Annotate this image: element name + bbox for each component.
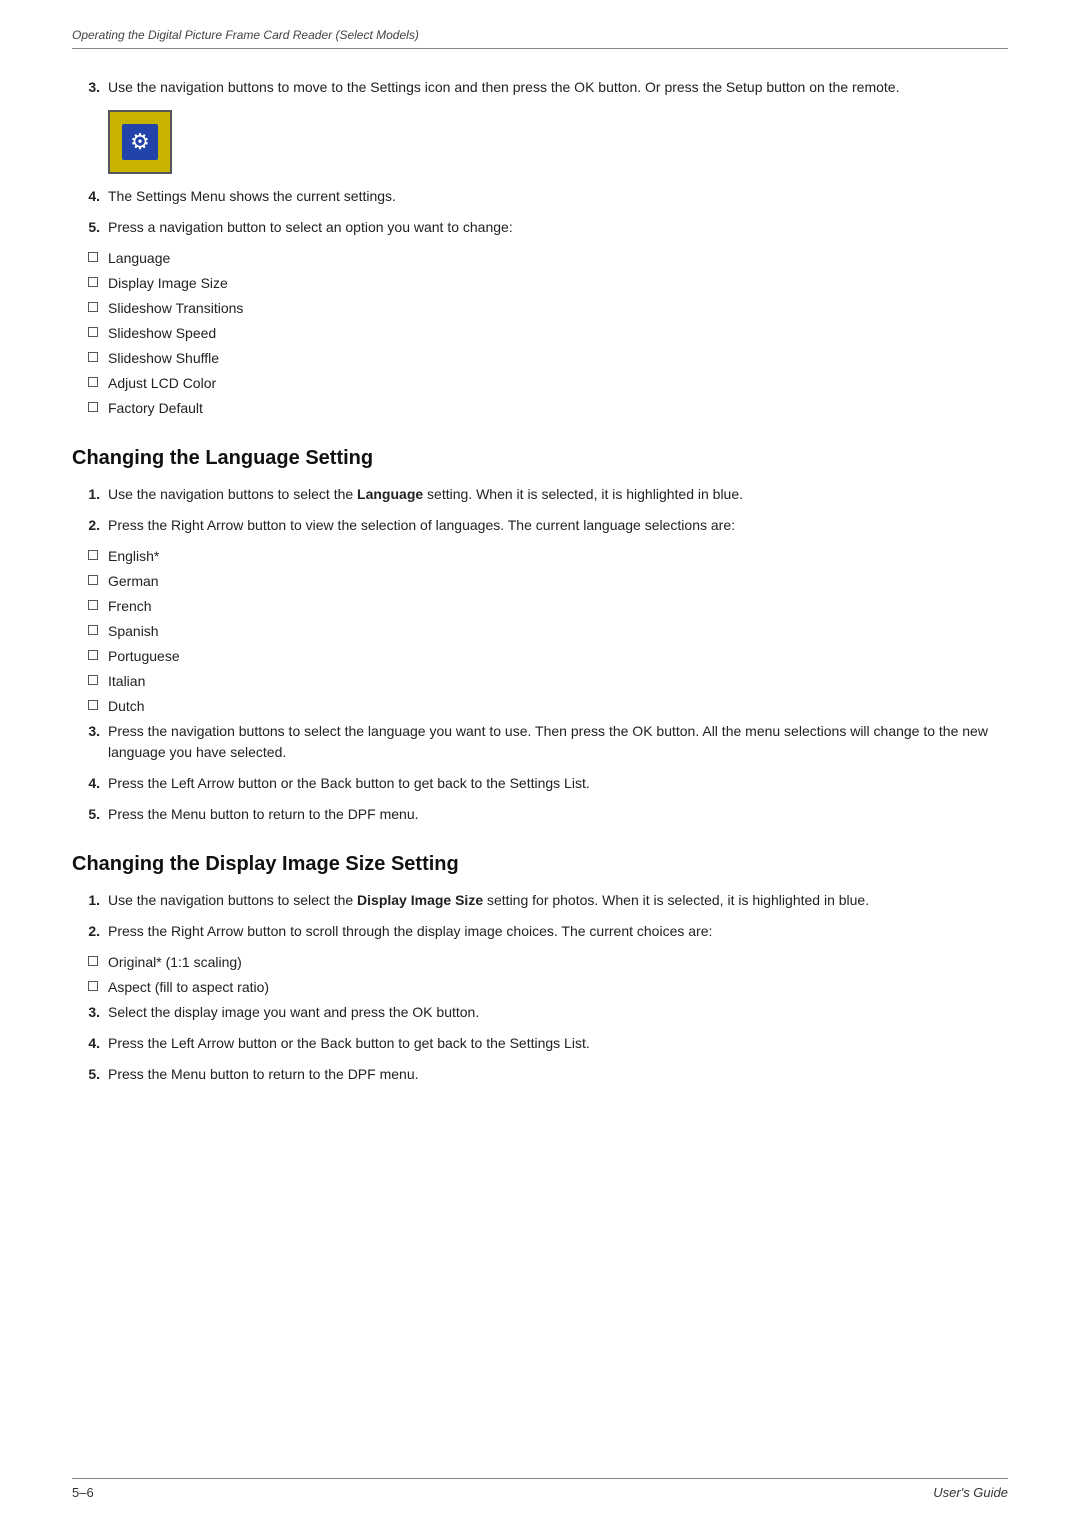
- step-4: 4. The Settings Menu shows the current s…: [72, 186, 1008, 207]
- list-item: Slideshow Shuffle: [88, 348, 1008, 369]
- bullet-icon: [88, 956, 98, 966]
- bullet-icon: [88, 700, 98, 710]
- lang-step-1: 1. Use the navigation buttons to select …: [72, 484, 1008, 505]
- header-title: Operating the Digital Picture Frame Card…: [72, 28, 1008, 42]
- list-item: Portuguese: [88, 646, 1008, 667]
- list-item: Slideshow Transitions: [88, 298, 1008, 319]
- list-item: Spanish: [88, 621, 1008, 642]
- list-item: Aspect (fill to aspect ratio): [88, 977, 1008, 998]
- disp-step-2: 2. Press the Right Arrow button to scrol…: [72, 921, 1008, 942]
- list-item: Language: [88, 248, 1008, 269]
- bullet-icon: [88, 377, 98, 387]
- bullet-icon: [88, 675, 98, 685]
- list-item: Factory Default: [88, 398, 1008, 419]
- list-item: Original* (1:1 scaling): [88, 952, 1008, 973]
- settings-options-list: Language Display Image Size Slideshow Tr…: [88, 248, 1008, 419]
- disp-step-5: 5. Press the Menu button to return to th…: [72, 1064, 1008, 1085]
- list-item: French: [88, 596, 1008, 617]
- list-item: Adjust LCD Color: [88, 373, 1008, 394]
- list-item: German: [88, 571, 1008, 592]
- page-footer: 5–6 User's Guide: [72, 1478, 1008, 1500]
- list-item: English*: [88, 546, 1008, 567]
- bullet-icon: [88, 575, 98, 585]
- list-item: Display Image Size: [88, 273, 1008, 294]
- footer-page-number: 5–6: [72, 1485, 94, 1500]
- bullet-icon: [88, 650, 98, 660]
- disp-step-1: 1. Use the navigation buttons to select …: [72, 890, 1008, 911]
- lang-step-5: 5. Press the Menu button to return to th…: [72, 804, 1008, 825]
- lang-step-4: 4. Press the Left Arrow button or the Ba…: [72, 773, 1008, 794]
- bullet-icon: [88, 402, 98, 412]
- list-item: Dutch: [88, 696, 1008, 717]
- disp-step-3: 3. Select the display image you want and…: [72, 1002, 1008, 1023]
- bullet-icon: [88, 625, 98, 635]
- languages-list: English* German French Spanish Portugues…: [88, 546, 1008, 717]
- gear-icon: ⚙: [122, 124, 158, 160]
- settings-icon-image: ⚙: [108, 110, 172, 174]
- bullet-icon: [88, 252, 98, 262]
- language-section-heading: Changing the Language Setting: [72, 447, 1008, 470]
- bullet-icon: [88, 352, 98, 362]
- list-item: Slideshow Speed: [88, 323, 1008, 344]
- bullet-icon: [88, 550, 98, 560]
- lang-step-2: 2. Press the Right Arrow button to view …: [72, 515, 1008, 536]
- bullet-icon: [88, 600, 98, 610]
- bullet-icon: [88, 327, 98, 337]
- bullet-icon: [88, 302, 98, 312]
- footer-guide-label: User's Guide: [933, 1485, 1008, 1500]
- bullet-icon: [88, 981, 98, 991]
- list-item: Italian: [88, 671, 1008, 692]
- page-header: Operating the Digital Picture Frame Card…: [72, 28, 1008, 49]
- display-choices-list: Original* (1:1 scaling) Aspect (fill to …: [88, 952, 1008, 998]
- lang-step-3: 3. Press the navigation buttons to selec…: [72, 721, 1008, 763]
- disp-step-4: 4. Press the Left Arrow button or the Ba…: [72, 1033, 1008, 1054]
- bullet-icon: [88, 277, 98, 287]
- intro-step-3: 3. Use the navigation buttons to move to…: [72, 77, 1008, 98]
- step-5: 5. Press a navigation button to select a…: [72, 217, 1008, 238]
- display-section-heading: Changing the Display Image Size Setting: [72, 853, 1008, 876]
